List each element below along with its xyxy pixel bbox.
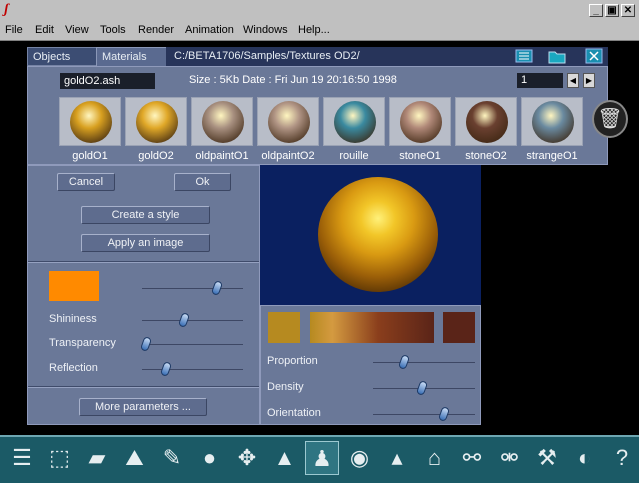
next-page-button[interactable]: ▶ <box>583 73 595 88</box>
move-icon[interactable]: ✥ <box>230 441 264 475</box>
layers-icon[interactable]: ☰ <box>5 441 39 475</box>
title-bar <box>0 0 639 21</box>
material-name: oldpaintO2 <box>261 150 315 162</box>
menu-animation[interactable]: Animation <box>185 24 234 36</box>
ok-button[interactable]: Ok <box>174 173 231 191</box>
material-thumbnail[interactable] <box>521 97 583 146</box>
material-name: rouille <box>339 150 369 162</box>
material-thumbnail[interactable] <box>455 97 517 146</box>
material-thumbnail[interactable] <box>323 97 385 146</box>
material-thumbnail[interactable] <box>389 97 451 146</box>
material-thumbnail[interactable] <box>125 97 187 146</box>
ghost-icon[interactable]: ⌂ <box>418 441 452 475</box>
create-style-button[interactable]: Create a style <box>81 206 210 224</box>
transparency-slider-track[interactable] <box>142 344 243 345</box>
tab-materials[interactable]: Materials <box>96 47 169 66</box>
cone-icon[interactable]: ▴ <box>380 441 414 475</box>
unlink-icon[interactable]: ⚮ <box>493 441 527 475</box>
sphere-icon[interactable]: ● <box>193 441 227 475</box>
material-name: goldO2 <box>138 150 174 162</box>
transparency-label: Transparency <box>49 337 116 349</box>
material-ball <box>70 101 112 143</box>
paint-brush-icon[interactable]: ▰ <box>80 441 114 475</box>
list-view-icon[interactable] <box>515 48 533 64</box>
divider <box>28 261 259 263</box>
material-thumbnail[interactable] <box>257 97 319 146</box>
material-name: oldpaintO1 <box>195 150 249 162</box>
pencil-icon[interactable]: ✎ <box>155 441 189 475</box>
close-button[interactable]: ✕ <box>621 4 635 17</box>
file-info: Size : 5Kb Date : Fri Jun 19 20:16:50 19… <box>189 74 397 86</box>
menu-file[interactable]: File <box>5 24 23 36</box>
menu-help[interactable]: Help... <box>298 24 330 36</box>
menu-tools[interactable]: Tools <box>100 24 126 36</box>
pyramid-icon[interactable]: ▲ <box>268 441 302 475</box>
cube-icon[interactable]: ⬚ <box>43 441 77 475</box>
material-ball <box>532 101 574 143</box>
shininess-label: Shininess <box>49 313 97 325</box>
link-icon[interactable]: ⚯ <box>455 441 489 475</box>
material-thumbnail[interactable] <box>59 97 121 146</box>
apply-image-button[interactable]: Apply an image <box>81 234 210 252</box>
material-ball <box>136 101 178 143</box>
material-ball <box>466 101 508 143</box>
material-ball <box>268 101 310 143</box>
material-ball <box>202 101 244 143</box>
texture-end-swatch[interactable] <box>443 312 475 343</box>
material-name: strangeO1 <box>526 150 578 162</box>
current-path: C:/BETA1706/Samples/Textures OD2/ <box>174 50 360 62</box>
menu-render[interactable]: Render <box>138 24 174 36</box>
orientation-label: Orientation <box>267 407 321 419</box>
material-thumbnail[interactable] <box>191 97 253 146</box>
texture-color-swatch[interactable] <box>268 312 300 343</box>
prev-page-button[interactable]: ◀ <box>567 73 579 88</box>
cancel-button[interactable]: Cancel <box>57 173 115 191</box>
palette-icon[interactable]: ◐ <box>568 441 602 475</box>
proportion-slider-track[interactable] <box>373 362 475 363</box>
menu-windows[interactable]: Windows <box>243 24 288 36</box>
base-color-swatch[interactable] <box>49 271 99 301</box>
filename-field[interactable]: goldO2.ash <box>60 73 155 89</box>
material-name: goldO1 <box>72 150 108 162</box>
maximize-button[interactable]: ▣ <box>605 4 619 17</box>
path-bar: C:/BETA1706/Samples/Textures OD2/ <box>166 47 608 66</box>
orientation-slider-track[interactable] <box>373 414 475 415</box>
shininess-slider-track[interactable] <box>142 320 243 321</box>
preview-sphere <box>318 177 438 292</box>
material-ball <box>400 101 442 143</box>
menu-view[interactable]: View <box>65 24 89 36</box>
more-parameters-button[interactable]: More parameters ... <box>79 398 207 416</box>
app-logo-icon: ʃ <box>4 2 9 17</box>
texture-gradient-bar[interactable] <box>310 312 434 343</box>
reflection-slider-track[interactable] <box>142 369 243 370</box>
density-label: Density <box>267 381 304 393</box>
tab-objects[interactable]: Objects <box>27 47 99 66</box>
menu-edit[interactable]: Edit <box>35 24 54 36</box>
material-name: stoneO1 <box>399 150 441 162</box>
reflection-label: Reflection <box>49 362 98 374</box>
eye-icon[interactable]: ◉ <box>343 441 377 475</box>
folder-icon[interactable] <box>548 48 566 64</box>
character-icon[interactable]: ♟ <box>305 441 339 475</box>
proportion-label: Proportion <box>267 355 318 367</box>
material-name: stoneO2 <box>465 150 507 162</box>
material-ball <box>334 101 376 143</box>
page-number-field[interactable]: 1 <box>517 73 563 88</box>
hammer-icon[interactable]: ⚒ <box>530 441 564 475</box>
minimize-button[interactable]: _ <box>589 4 603 17</box>
color-slider-track[interactable] <box>142 288 243 289</box>
divider <box>28 386 259 388</box>
terrain-icon[interactable]: ⛰ <box>118 441 152 475</box>
close-panel-icon[interactable] <box>585 48 603 64</box>
trash-icon[interactable]: 🗑 <box>592 100 628 138</box>
help-icon[interactable]: ? <box>605 441 639 475</box>
